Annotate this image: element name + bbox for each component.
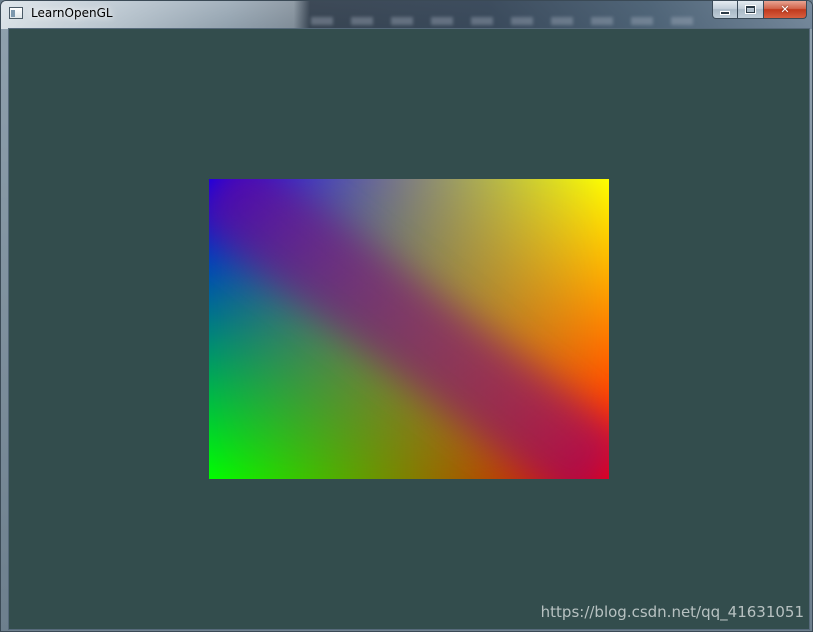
maximize-icon [746, 6, 755, 13]
app-window-icon[interactable] [9, 7, 23, 19]
gradient-quad [209, 179, 609, 479]
titlebar-blur-decoration [311, 17, 701, 25]
app-window: LearnOpenGL ✕ https://blog.csdn.net/qq_4… [0, 0, 813, 632]
gradient-quad-svg [209, 179, 609, 479]
close-button[interactable]: ✕ [764, 1, 807, 19]
maximize-button[interactable] [738, 1, 764, 19]
window-title: LearnOpenGL [31, 6, 113, 20]
close-icon: ✕ [780, 3, 790, 16]
minimize-button[interactable] [712, 1, 738, 19]
opengl-viewport[interactable] [8, 28, 810, 630]
watermark-url: https://blog.csdn.net/qq_41631051 [540, 603, 804, 621]
minimize-icon [721, 11, 729, 14]
caption-buttons: ✕ [712, 1, 807, 19]
